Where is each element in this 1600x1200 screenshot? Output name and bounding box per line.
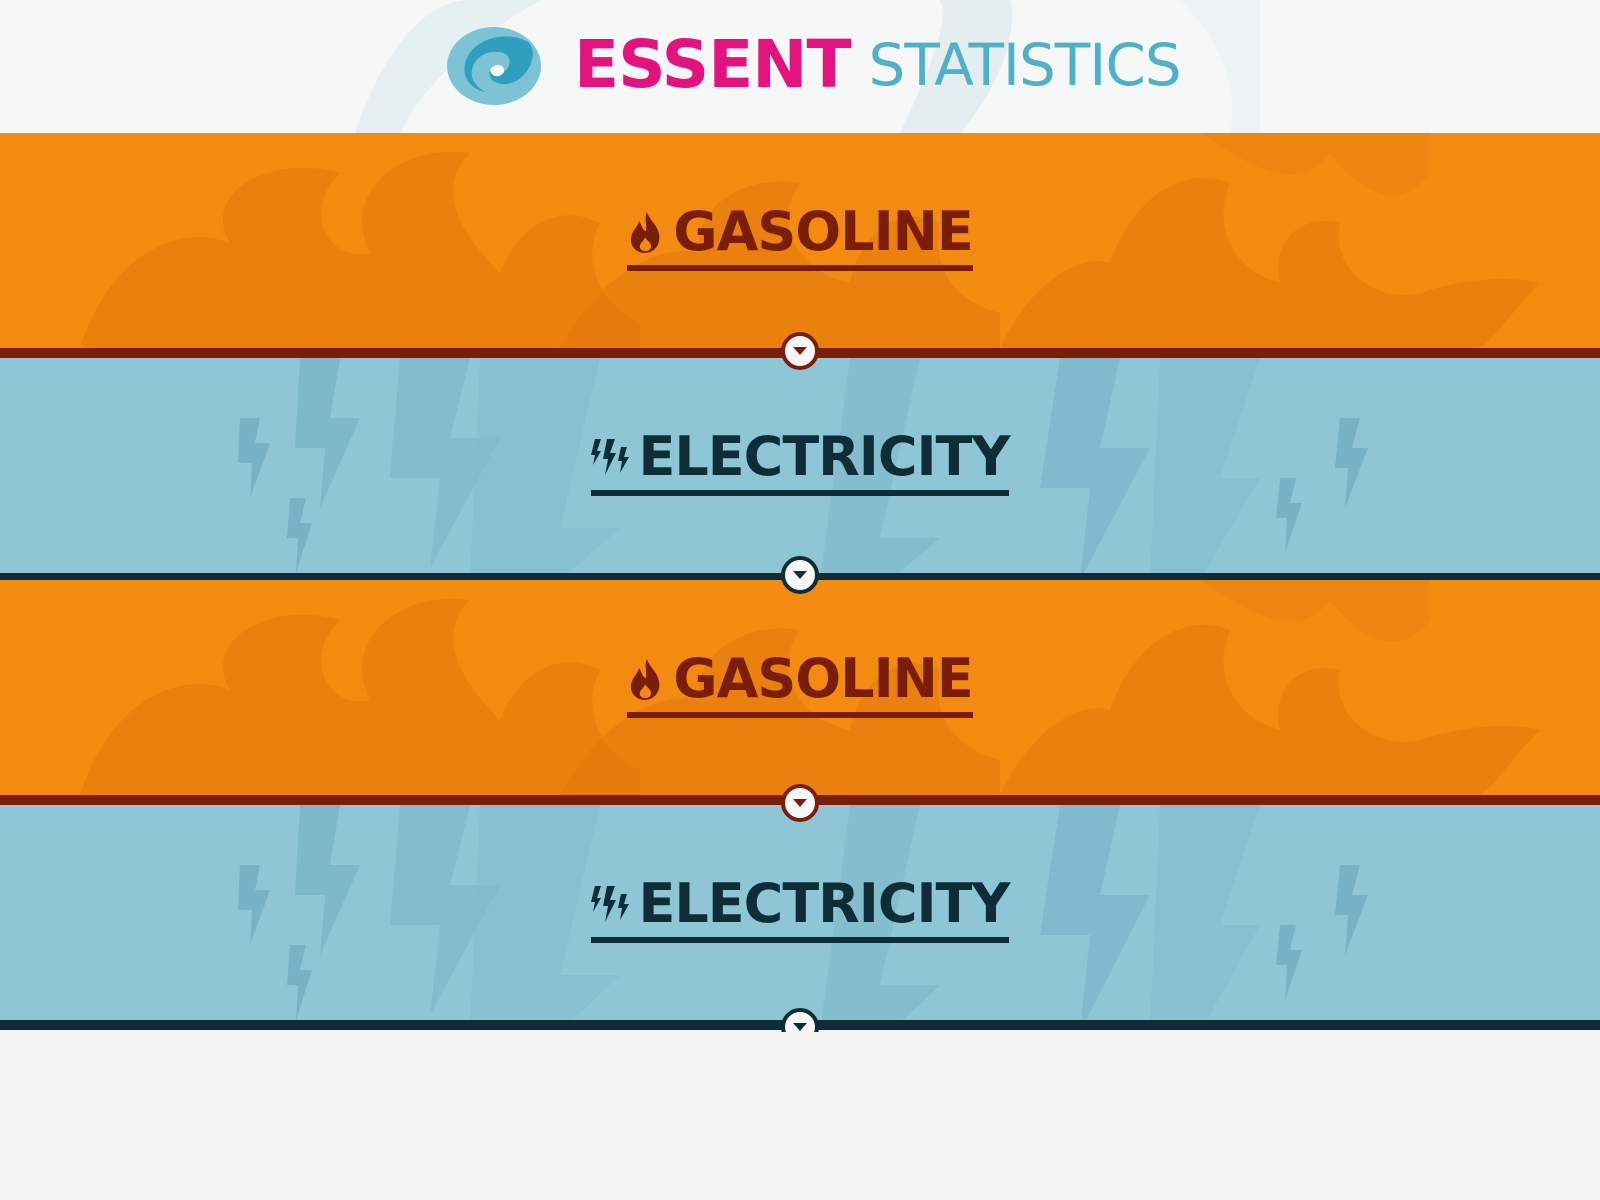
expand-toggle-button[interactable] [781,784,819,822]
flame-icon [627,210,665,254]
expand-toggle-button[interactable] [781,556,819,594]
section-title: ELECTRICITY [638,425,1011,488]
page-footer-area [0,1032,1600,1200]
section-title-link[interactable]: GASOLINE [627,647,974,718]
section-electricity[interactable]: ELECTRICITY [0,358,1600,583]
chevron-down-icon [793,1023,807,1031]
section-gasoline[interactable]: GASOLINE [0,133,1600,358]
brand-subtitle: STATISTICS [868,31,1182,99]
brand-name: ESSENT [574,26,852,103]
section-title: ELECTRICITY [638,872,1011,935]
expand-toggle-button[interactable] [781,332,819,370]
section-title: GASOLINE [673,647,973,710]
section-title-link[interactable]: ELECTRICITY [590,425,1011,496]
chevron-down-icon [793,799,807,807]
section-gasoline[interactable]: GASOLINE [0,580,1600,805]
app-header: ESSENT STATISTICS [0,0,1600,133]
section-title-link[interactable]: ELECTRICITY [590,872,1011,943]
essent-swirl-logo-icon [447,27,541,105]
section-title-link[interactable]: GASOLINE [627,200,974,271]
chevron-down-icon [793,347,807,355]
flame-icon [627,657,665,701]
brand-logo[interactable]: ESSENT STATISTICS [446,20,1182,110]
lightning-icon [590,884,631,924]
section-electricity[interactable]: ELECTRICITY [0,805,1600,1030]
section-title: GASOLINE [673,200,973,263]
chevron-down-icon [793,571,807,579]
lightning-icon [590,437,631,477]
